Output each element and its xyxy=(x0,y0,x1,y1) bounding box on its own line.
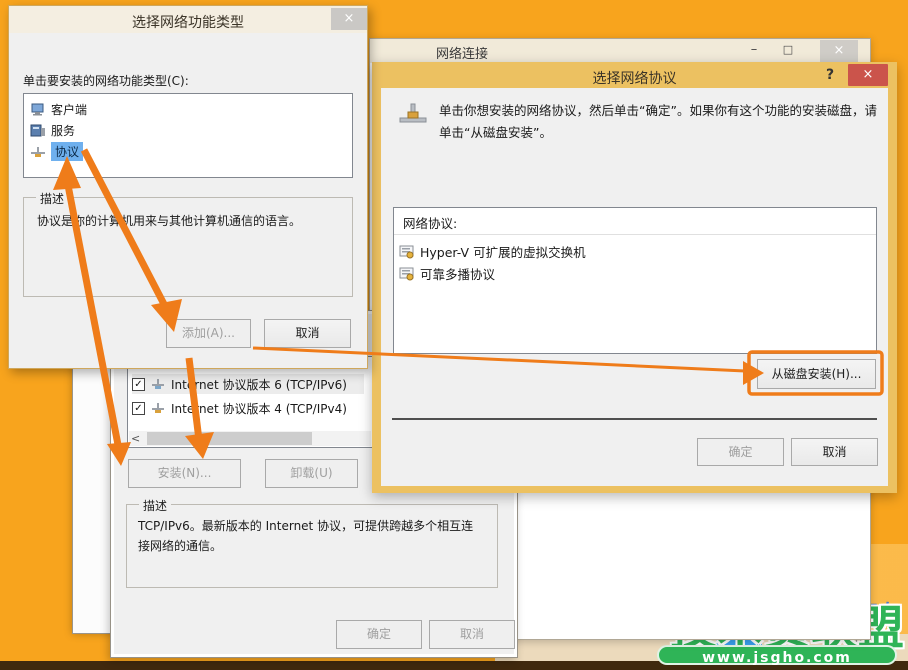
list-item-multicast[interactable]: 可靠多播协议 xyxy=(399,262,869,284)
close-button[interactable]: × xyxy=(820,40,858,62)
instruction-line1: 单击你想安装的网络协议，然后单击“确定”。如果你有这个功能的安装磁盘，请 xyxy=(439,100,877,119)
protocol-checkbox-list[interactable]: ✓ Internet 协议版本 6 (TCP/IPv6) ✓ Internet … xyxy=(127,356,373,448)
description-label: 描述 xyxy=(36,190,68,207)
dialog-body: 单击你想安装的网络协议，然后单击“确定”。如果你有这个功能的安装磁盘，请 单击“… xyxy=(381,88,888,486)
close-button[interactable]: × xyxy=(848,64,888,86)
instruction-line2: 单击“从磁盘安装”。 xyxy=(439,122,552,141)
maximize-button[interactable]: □ xyxy=(778,40,798,60)
service-icon xyxy=(30,123,46,138)
uninstall-button[interactable]: 卸载(U) xyxy=(265,459,358,488)
list-item-service[interactable]: 服务 xyxy=(30,120,345,141)
install-button[interactable]: 安装(N)... xyxy=(128,459,241,488)
list-item-hyperv[interactable]: Hyper-V 可扩展的虚拟交换机 xyxy=(399,240,869,262)
list-item-label: 服务 xyxy=(51,122,75,139)
description-text-line1: TCP/IPv6。最新版本的 Internet 协议，可提供跨越多个相互连 xyxy=(138,517,473,534)
client-icon xyxy=(30,102,46,117)
dialog-title: 选择网络协议 xyxy=(372,68,897,88)
scroll-left-icon[interactable]: < xyxy=(131,432,140,445)
list-item-ipv4[interactable]: ✓ Internet 协议版本 4 (TCP/IPv4) xyxy=(132,398,364,418)
scrollbar-thumb[interactable] xyxy=(147,432,312,445)
network-window-titlebar[interactable]: 网络连接 – □ × xyxy=(370,39,870,63)
prompt-text: 单击要安装的网络功能类型(C): xyxy=(23,72,189,89)
minimize-button[interactable]: – xyxy=(744,40,764,60)
cancel-button[interactable]: 取消 xyxy=(264,319,351,348)
protocol-icon xyxy=(150,401,166,416)
network-protocol-list[interactable]: 网络协议: Hyper-V 可扩展的虚拟交换机 可靠多播协议 xyxy=(393,207,877,354)
ok-button[interactable]: 确定 xyxy=(336,620,422,649)
list-item-label: Internet 协议版本 4 (TCP/IPv4) xyxy=(171,400,347,417)
select-protocol-dialog: 选择网络协议 ? × 单击你想安装的网络协议，然后单击“确定”。如果你有这个功能… xyxy=(372,62,897,493)
checkbox-checked[interactable]: ✓ xyxy=(132,378,145,391)
description-text-line2: 接网络的通信。 xyxy=(138,537,222,554)
list-separator xyxy=(394,234,876,235)
feature-type-list[interactable]: 客户端 服务 协议 xyxy=(23,93,353,178)
description-groupbox: 描述 TCP/IPv6。最新版本的 Internet 协议，可提供跨越多个相互连… xyxy=(126,504,498,588)
list-header: 网络协议: xyxy=(403,213,457,232)
checkbox-checked[interactable]: ✓ xyxy=(132,402,145,415)
list-item-label-selected: 协议 xyxy=(51,142,83,161)
protocol-icon xyxy=(150,377,166,392)
protocol-icon xyxy=(30,144,46,159)
list-item-label: 可靠多播协议 xyxy=(420,264,495,283)
horizontal-scrollbar[interactable]: < xyxy=(129,431,371,446)
close-button[interactable]: × xyxy=(331,8,367,30)
have-disk-button[interactable]: 从磁盘安装(H)... xyxy=(757,359,876,389)
list-item-label: Hyper-V 可扩展的虚拟交换机 xyxy=(420,242,586,261)
description-label: 描述 xyxy=(139,497,171,514)
dialog-titlebar: 选择网络功能类型 × xyxy=(9,6,367,33)
network-window-title: 网络连接 xyxy=(436,43,488,62)
list-item-label: 客户端 xyxy=(51,101,87,118)
cancel-button[interactable]: 取消 xyxy=(791,438,878,466)
network-adapter-icon xyxy=(396,98,430,134)
list-item-ipv6[interactable]: ✓ Internet 协议版本 6 (TCP/IPv6) xyxy=(132,374,364,394)
select-feature-type-dialog: 选择网络功能类型 × 单击要安装的网络功能类型(C): 客户端 服务 协议 描述… xyxy=(8,5,368,369)
list-item-label: Internet 协议版本 6 (TCP/IPv6) xyxy=(171,376,347,393)
desktop-bottom-bar xyxy=(0,661,908,670)
list-item-protocol[interactable]: 协议 xyxy=(30,141,345,162)
driver-cert-icon xyxy=(399,266,415,281)
description-text: 协议是你的计算机用来与其他计算机通信的语言。 xyxy=(37,212,301,229)
driver-cert-icon xyxy=(399,244,415,259)
cancel-button[interactable]: 取消 xyxy=(429,620,515,649)
ok-button[interactable]: 确定 xyxy=(697,438,784,466)
list-item-client[interactable]: 客户端 xyxy=(30,99,345,120)
help-button[interactable]: ? xyxy=(820,67,840,85)
description-groupbox: 描述 协议是你的计算机用来与其他计算机通信的语言。 xyxy=(23,197,353,297)
dialog-title: 选择网络功能类型 xyxy=(9,12,367,32)
separator-line xyxy=(392,418,877,420)
add-button[interactable]: 添加(A)... xyxy=(166,319,251,348)
